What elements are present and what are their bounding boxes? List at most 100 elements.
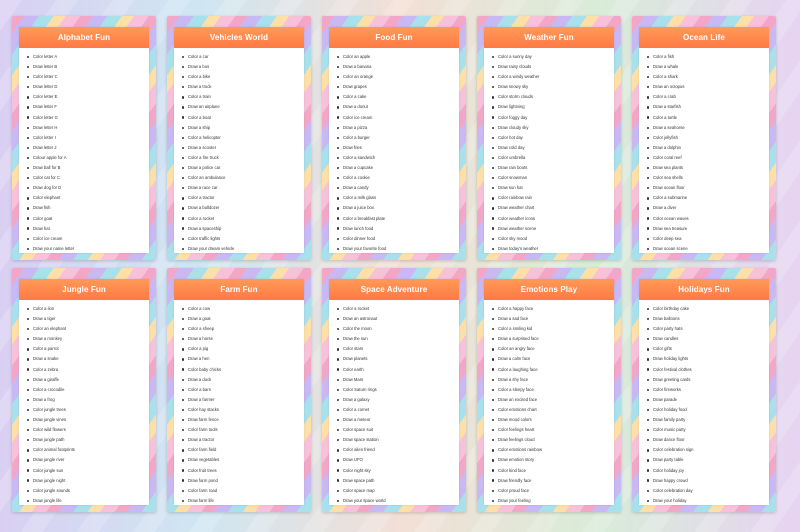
activity-item: Draw an astronaut <box>337 314 459 324</box>
activity-item: Color a happy face <box>492 304 614 314</box>
worksheet-card: Food Fun Color an apple Draw a banana Color… <box>322 16 466 260</box>
activity-item: Color letter E <box>27 92 149 102</box>
activity-item: Draw an octopus <box>647 82 769 92</box>
activity-item: Color a sandwich <box>337 153 459 163</box>
activity-item: Color a breakfast plate <box>337 214 459 224</box>
activity-item: Draw a frog <box>27 395 149 405</box>
activity-item: Color foggy day <box>492 113 614 123</box>
activity-item: Color a pig <box>182 344 304 354</box>
activity-item: Color coral reef <box>647 153 769 163</box>
activity-list: Color a cow Draw a goat Color a sheep Draw … <box>174 300 304 506</box>
activity-item: Draw a galaxy <box>337 395 459 405</box>
worksheet-page: Jungle Fun Color a lion Draw a tiger Color … <box>19 279 149 505</box>
worksheet-title: Emotions Play <box>484 279 614 300</box>
worksheet-title: Space Adventure <box>329 279 459 300</box>
worksheet-grid: Alphabet Fun Color letter A Draw letter BC… <box>12 16 776 512</box>
worksheet-page: Alphabet Fun Color letter A Draw letter BC… <box>19 27 149 253</box>
activity-item: Color a turtle <box>647 113 769 123</box>
activity-item: Color letter A <box>27 52 149 62</box>
worksheet-title: Holidays Fun <box>639 279 769 300</box>
activity-item: Color farm field <box>182 445 304 455</box>
activity-list: Color a happy face Draw a sad face Color a… <box>484 300 614 506</box>
activity-item: Draw farm fence <box>182 415 304 425</box>
activity-item: Draw lunch food <box>337 224 459 234</box>
activity-item: Color rainbow rain <box>492 193 614 203</box>
activity-item: Draw sea treasure <box>647 224 769 234</box>
activity-item: Draw sea plants <box>647 163 769 173</box>
activity-item: Color a car <box>182 52 304 62</box>
activity-item: Color a sunny day <box>492 52 614 62</box>
activity-item: Color a cookie <box>337 173 459 183</box>
worksheet-card: Vehicles World Color a car Draw a bus Color… <box>167 16 311 260</box>
activity-item: Draw a truck <box>182 82 304 92</box>
activity-item: Draw grapes <box>337 82 459 92</box>
activity-item: Draw letter B <box>27 62 149 72</box>
activity-item: Draw UFO <box>337 455 459 465</box>
activity-item: Draw a candy <box>337 183 459 193</box>
activity-item: Draw Mars <box>337 375 459 385</box>
activity-item: Draw a ship <box>182 123 304 133</box>
activity-item: Color a windy weather <box>492 72 614 82</box>
worksheet-card: Emotions Play Color a happy face Draw a sa… <box>477 268 621 512</box>
activity-list: Color birthday cake Draw balloons Color pa… <box>639 300 769 506</box>
activity-item: Color jungle sounds <box>27 486 149 496</box>
activity-item: Color emotions rainbow <box>492 445 614 455</box>
activity-item: Draw your space world <box>337 496 459 506</box>
worksheet-card: Farm Fun Color a cow Draw a goat Color a sh… <box>167 268 311 512</box>
activity-item: Draw candles <box>647 334 769 344</box>
activity-item: Color a boat <box>182 113 304 123</box>
activity-item: Color sea shells <box>647 173 769 183</box>
activity-item: Draw a monkey <box>27 334 149 344</box>
activity-item: Color a milk glass <box>337 193 459 203</box>
activity-item: Draw ocean scene <box>647 244 769 254</box>
worksheet-title: Farm Fun <box>174 279 304 300</box>
activity-item: Color the moon <box>337 324 459 334</box>
activity-item: Color alien friend <box>337 445 459 455</box>
activity-item: Draw a tractor <box>182 435 304 445</box>
activity-item: Color animal footprints <box>27 445 149 455</box>
activity-item: Color kind face <box>492 466 614 476</box>
activity-item: Color cat for C <box>27 173 149 183</box>
activity-item: Draw a horse <box>182 334 304 344</box>
activity-item: Color Saturn rings <box>337 385 459 395</box>
activity-item: Color night sky <box>337 466 459 476</box>
activity-item: Draw balloons <box>647 314 769 324</box>
activity-item: Color a barn <box>182 385 304 395</box>
activity-item: Draw a goat <box>182 314 304 324</box>
activity-item: Color fruit trees <box>182 466 304 476</box>
activity-item: Color a burger <box>337 133 459 143</box>
worksheet-card: Space Adventure Color a rocket Draw an ast… <box>322 268 466 512</box>
activity-item: Draw dance floor <box>647 435 769 445</box>
worksheet-page: Holidays Fun Color birthday cake Draw ball… <box>639 279 769 505</box>
activity-item: Draw planets <box>337 354 459 364</box>
activity-item: Draw your holiday <box>647 496 769 506</box>
activity-item: Color celebration day <box>647 486 769 496</box>
activity-item: Color baby chicks <box>182 365 304 375</box>
activity-item: Color holiday joy <box>647 466 769 476</box>
activity-item: Color a rocket <box>337 304 459 314</box>
activity-item: Draw a bus <box>182 62 304 72</box>
activity-item: Draw a hen <box>182 354 304 364</box>
activity-item: Color holiday food <box>647 405 769 415</box>
activity-item: Draw a scooter <box>182 143 304 153</box>
activity-item: Color hay stacks <box>182 405 304 415</box>
activity-list: Color a rocket Draw an astronaut Color the… <box>329 300 459 506</box>
activity-item: Color a cow <box>182 304 304 314</box>
activity-item: Draw a snake <box>27 354 149 364</box>
activity-item: Draw weather chart <box>492 203 614 213</box>
activity-item: Color traffic lights <box>182 234 304 244</box>
activity-item: Draw today's weather <box>492 244 614 254</box>
activity-item: Draw jungle river <box>27 455 149 465</box>
activity-item: Draw a whale <box>647 62 769 72</box>
activity-item: Draw letter H <box>27 123 149 133</box>
worksheet-card: Jungle Fun Color a lion Draw a tiger Color … <box>12 268 156 512</box>
activity-item: Draw your feeling <box>492 496 614 506</box>
activity-item: Draw greeting cards <box>647 375 769 385</box>
activity-item: Color snowman <box>492 173 614 183</box>
worksheet-page: Weather Fun Color a sunny day Draw rainy c… <box>484 27 614 253</box>
activity-item: Draw happy crowd <box>647 476 769 486</box>
activity-item: Color goat <box>27 214 149 224</box>
activity-item: Draw dog for D <box>27 183 149 193</box>
activity-item: Color party hats <box>647 324 769 334</box>
activity-item: Color festival clothes <box>647 365 769 375</box>
